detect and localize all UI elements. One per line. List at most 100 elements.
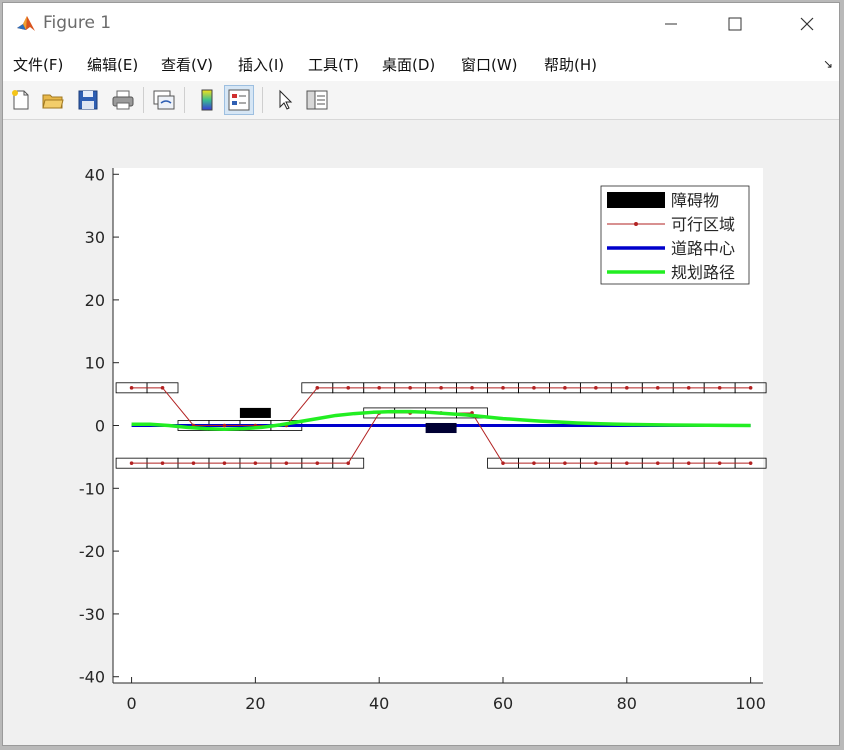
new-figure-icon	[12, 90, 29, 110]
feasible-upper-point	[563, 386, 567, 390]
link-plot-button[interactable]	[149, 85, 179, 115]
menu-file[interactable]: 文件(F)	[13, 54, 63, 75]
matlab-logo-icon	[15, 13, 37, 35]
obstacle-1	[239, 407, 271, 418]
menu-help[interactable]: 帮助(H)	[544, 54, 597, 75]
pointer-icon	[279, 89, 293, 110]
feasible-upper-point	[470, 386, 474, 390]
minimize-button[interactable]	[639, 3, 703, 45]
x-tick-label: 40	[369, 694, 389, 713]
y-tick-label: -10	[79, 479, 105, 498]
legend-swatch-feasible-dot	[634, 222, 638, 226]
new-figure-button[interactable]	[6, 85, 36, 115]
chart-svg: 0 20 40 60 80 100 -40 -30 -20 -10 0 10 20 30 40 障碍物可行区域…	[79, 165, 767, 713]
y-tick-label: 30	[85, 228, 105, 247]
feasible-upper-point	[686, 386, 691, 390]
y-tick-label: -40	[79, 668, 105, 687]
legend-label: 道路中心	[671, 239, 735, 258]
toolbar-separator	[184, 87, 185, 113]
x-tick-label: 80	[617, 694, 637, 713]
collapse-arrow-icon[interactable]: ↘	[823, 57, 833, 71]
property-editor-icon	[306, 90, 328, 110]
print-icon	[112, 90, 134, 110]
feasible-upper-point	[377, 386, 381, 390]
menu-view[interactable]: 查看(V)	[161, 54, 213, 75]
legend-label: 可行区域	[671, 215, 735, 234]
obstacle-2	[425, 422, 457, 434]
save-icon	[78, 90, 98, 110]
feasible-upper-point	[717, 386, 722, 390]
feasible-lower-point	[655, 461, 660, 465]
close-button[interactable]	[775, 3, 839, 45]
menu-tools[interactable]: 工具(T)	[308, 54, 359, 75]
feasible-lower-point	[284, 461, 289, 465]
title-bar[interactable]: Figure 1	[3, 3, 839, 45]
feasible-upper-point	[222, 423, 227, 428]
save-button[interactable]	[73, 85, 103, 115]
y-tick-label: 10	[85, 354, 105, 373]
y-tick-label: -30	[79, 605, 105, 624]
feasible-lower-point	[532, 461, 536, 465]
feasible-upper-point	[129, 386, 134, 390]
colorbar-button[interactable]	[192, 85, 222, 115]
open-file-icon	[42, 94, 64, 109]
menu-insert[interactable]: 插入(I)	[238, 54, 284, 75]
feasible-upper-point	[315, 386, 320, 390]
feasible-upper-point	[655, 386, 660, 390]
feasible-lower-point	[748, 461, 753, 465]
x-tick-label: 0	[126, 694, 136, 713]
maximize-icon	[728, 17, 742, 31]
feasible-lower-point	[253, 461, 258, 465]
feasible-lower-point	[222, 461, 227, 465]
feasible-upper-point	[439, 386, 443, 390]
toolbar	[3, 81, 839, 120]
legend-button[interactable]	[224, 85, 254, 115]
feasible-lower-point	[346, 461, 351, 465]
colorbar-icon	[201, 89, 213, 111]
menu-bar: 文件(F) 编辑(E) 查看(V) 插入(I) 工具(T) 桌面(D) 窗口(W…	[3, 45, 839, 82]
window-title: Figure 1	[43, 13, 112, 33]
feasible-upper-point	[594, 386, 598, 390]
x-tick-label: 20	[245, 694, 265, 713]
pointer-button[interactable]	[270, 85, 300, 115]
feasible-lower-point	[160, 461, 165, 465]
figure-canvas: 0 20 40 60 80 100 -40 -30 -20 -10 0 10 20 30 40 障碍物可行区域…	[3, 120, 839, 745]
link-plot-icon	[153, 90, 175, 110]
feasible-upper-point	[160, 386, 165, 390]
legend-swatch-obstacle	[607, 192, 665, 208]
feasible-lower-point	[686, 461, 691, 465]
close-icon	[800, 17, 814, 31]
legend-icon	[228, 89, 250, 111]
feasible-upper-point	[532, 386, 536, 390]
feasible-lower-point	[501, 461, 505, 465]
feasible-lower-point	[315, 461, 320, 465]
feasible-lower-point	[594, 461, 598, 465]
toolbar-separator	[143, 87, 144, 113]
toolbar-separator	[262, 87, 263, 113]
feasible-upper-point	[748, 386, 753, 390]
minimize-icon	[665, 23, 677, 25]
menu-window[interactable]: 窗口(W)	[461, 54, 518, 75]
maximize-button[interactable]	[703, 3, 767, 45]
menu-edit[interactable]: 编辑(E)	[87, 54, 138, 75]
y-tick-label: 20	[85, 291, 105, 310]
feasible-lower-point	[717, 461, 722, 465]
feasible-upper-point	[501, 386, 505, 390]
legend: 障碍物可行区域道路中心规划路径	[600, 185, 750, 285]
x-tick-label: 100	[735, 694, 766, 713]
feasible-lower-point	[191, 461, 196, 465]
y-tick-label: 0	[95, 417, 105, 436]
menu-desktop[interactable]: 桌面(D)	[382, 54, 435, 75]
legend-label: 障碍物	[671, 191, 719, 210]
property-editor-button[interactable]	[302, 85, 332, 115]
print-button[interactable]	[108, 85, 138, 115]
x-tick-label: 60	[493, 694, 513, 713]
legend-label: 规划路径	[671, 263, 735, 282]
y-tick-label: 40	[85, 165, 105, 184]
open-file-button[interactable]	[38, 85, 68, 115]
figure-window: Figure 1 文件(F) 编辑(E) 查看(V) 插入(I) 工具(T) 桌…	[2, 2, 840, 746]
y-tick-label: -20	[79, 542, 105, 561]
feasible-upper-point	[346, 386, 351, 390]
feasible-lower-point	[625, 461, 629, 465]
feasible-upper-point	[408, 386, 412, 390]
